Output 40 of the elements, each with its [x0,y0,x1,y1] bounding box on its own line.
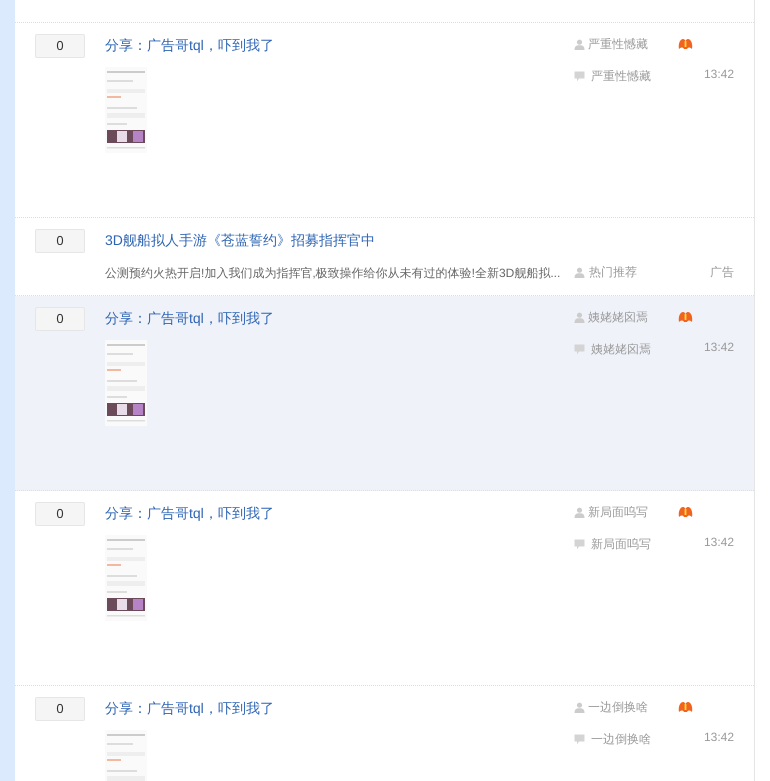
user-icon [574,38,585,50]
last-reply-name[interactable]: 一边倒换啥 [591,730,651,748]
thread-title-link[interactable]: 3D舰船拟人手游《苍蓝誓约》招募指挥官中 [105,231,375,249]
user-icon [574,506,585,518]
user-icon [574,312,585,322]
author-name[interactable]: 严重性憾藏 [588,35,678,53]
ad-label: 广告 [710,264,734,281]
level-badge-icon [678,701,693,713]
reply-count: 0 [35,34,85,58]
reply-count: 0 [35,229,85,253]
level-badge-icon [678,38,693,50]
thread-title-link[interactable]: 分享：广告哥tql，吓到我了 [105,699,274,717]
user-icon [574,702,585,712]
comment-icon [574,538,585,550]
user-icon [574,266,585,278]
last-reply-name[interactable]: 新局面呜写 [591,535,651,553]
reply-count: 0 [35,502,85,526]
author-name[interactable]: 新局面呜写 [588,503,678,521]
reply-time: 13:42 [704,339,734,356]
comment-icon [574,734,585,744]
reply-count: 0 [35,307,85,331]
ad-description: 公测预约火热开启!加入我们成为指挥官,极致操作给你从未有过的体验!全新3D舰船拟... [105,265,560,282]
reply-count: 0 [35,697,85,721]
reply-time: 13:42 [704,66,734,83]
thread-title-link[interactable]: 分享：广告哥tql，吓到我了 [105,504,274,522]
last-reply-name[interactable]: 严重性憾藏 [591,67,651,85]
level-badge-icon [678,311,693,323]
thread-row[interactable]: 0 分享：广告哥tql，吓到我了 一边倒换啥 一边倒换啥 13:42 [15,686,754,781]
reply-time: 13:42 [704,729,734,746]
reply-time: 13:42 [704,534,734,551]
author-name[interactable]: 热门推荐 [589,263,637,281]
thread-row[interactable]: 0 分享：广告哥tql，吓到我了 新局面呜写 新局面呜写 13:42 [15,491,754,686]
comment-icon [574,344,585,354]
thread-title-link[interactable]: 分享：广告哥tql，吓到我了 [105,309,274,327]
thread-row[interactable]: 0 分享：广告哥tql，吓到我了 姨姥姥囟焉 姨姥姥囟焉 13:42 [15,296,754,491]
comment-icon [574,70,585,82]
thread-row[interactable]: 0 分享：广告哥tql，吓到我了 严重性憾藏 严重性憾藏 13:42 [15,23,754,218]
thread-title-link[interactable]: 分享：广告哥tql，吓到我了 [105,36,274,54]
author-name[interactable]: 一边倒换啥 [588,698,678,716]
level-badge-icon [678,506,693,518]
